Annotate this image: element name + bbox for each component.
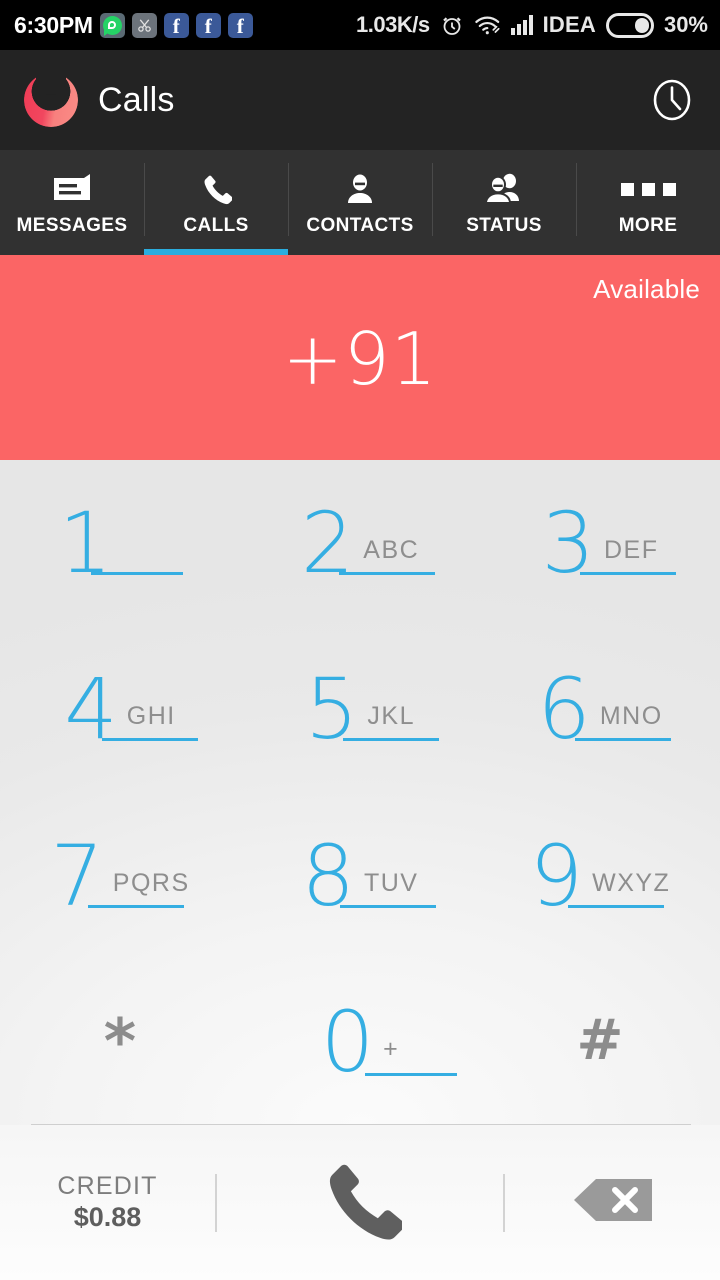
dialpad-key-0[interactable]: 0 + <box>240 959 480 1125</box>
tab-more[interactable]: MORE <box>576 150 720 255</box>
key-digit: 9 <box>529 826 584 925</box>
tab-calls[interactable]: CALLS <box>144 150 288 255</box>
tab-label: MORE <box>618 215 678 236</box>
dialpad-key-star[interactable]: * <box>0 959 240 1125</box>
key-digit: 4 <box>64 660 118 759</box>
key-letters: GHI <box>126 702 176 731</box>
bottom-action-bar: CREDIT $0.88 <box>0 1125 720 1280</box>
facebook-icon: f <box>227 12 253 38</box>
credit-amount: $0.88 <box>73 1202 142 1233</box>
signal-bars-icon <box>510 15 533 35</box>
person-icon <box>344 172 376 206</box>
key-letters: MNO <box>599 702 663 731</box>
network-speed: 1.03K/s <box>356 12 430 37</box>
key-letters: PQRS <box>112 868 190 897</box>
key-digit: 6 <box>537 660 591 759</box>
screenshot-icon <box>131 12 157 38</box>
more-dots-icon <box>620 172 676 206</box>
key-underline <box>342 738 439 742</box>
dialpad-key-2[interactable]: 2 ABC <box>240 460 480 626</box>
phone-call-icon <box>318 1158 405 1247</box>
tab-contacts[interactable]: CONTACTS <box>288 150 432 255</box>
key-underline <box>364 1072 457 1076</box>
key-symbol: # <box>576 1008 624 1074</box>
key-letters: TUV <box>363 868 419 897</box>
tab-bar: MESSAGES CALLS CONTACTS STATUS MORE <box>0 150 720 255</box>
key-letters: JKL <box>367 702 416 731</box>
carrier-name: IDEA <box>542 12 596 37</box>
key-digit: 0 <box>320 992 375 1091</box>
phone-icon <box>200 172 232 206</box>
key-underline <box>339 904 436 908</box>
alarm-clock-icon <box>440 13 464 37</box>
call-button[interactable] <box>217 1158 503 1247</box>
dialpad-key-9[interactable]: 9 WXYZ <box>480 793 720 959</box>
dialpad: 1 2 ABC 3 DEF 4 GHI 5 JKL 6 MNO 7 PQRS 8… <box>0 460 720 1125</box>
key-letters: WXYZ <box>592 868 671 897</box>
key-symbol: * <box>103 1005 137 1079</box>
key-underline <box>567 904 664 908</box>
credit-display[interactable]: CREDIT $0.88 <box>0 1171 215 1234</box>
tab-messages[interactable]: MESSAGES <box>0 150 144 255</box>
status-bar: 6:30PM f f f 1.03K/s IDEA 30% <box>0 0 720 50</box>
key-underline <box>575 738 672 742</box>
dialpad-key-hash[interactable]: # <box>480 959 720 1125</box>
status-badge[interactable]: Available <box>593 274 700 305</box>
whatsapp-icon <box>99 12 125 38</box>
page-title: Calls <box>98 80 175 119</box>
tab-label: CONTACTS <box>306 215 414 236</box>
dialpad-key-5[interactable]: 5 JKL <box>240 626 480 792</box>
battery-percent: 30% <box>663 12 708 37</box>
key-letters: DEF <box>603 536 659 565</box>
dialpad-key-7[interactable]: 7 PQRS <box>0 793 240 959</box>
key-digit: 5 <box>304 660 359 759</box>
key-underline <box>579 572 676 576</box>
dialer-screen: 6:30PM f f f 1.03K/s IDEA 30% Calls MESS… <box>0 0 720 1280</box>
key-letters: ABC <box>363 536 420 565</box>
backspace-delete-icon <box>572 1177 654 1228</box>
key-digit: 7 <box>50 826 104 925</box>
tab-label: CALLS <box>183 215 249 236</box>
dialpad-key-1[interactable]: 1 <box>0 460 240 626</box>
delete-button[interactable] <box>505 1177 720 1228</box>
dialpad-key-4[interactable]: 4 GHI <box>0 626 240 792</box>
key-digit: 8 <box>301 826 355 925</box>
app-logo-icon <box>24 67 78 127</box>
clock-history-icon[interactable] <box>648 76 696 124</box>
tab-label: STATUS <box>466 215 542 236</box>
status-bar-left: 6:30PM f f f <box>14 12 253 39</box>
status-time: 6:30PM <box>14 11 93 38</box>
credit-label: CREDIT <box>57 1171 158 1200</box>
key-digit: 1 <box>58 494 113 592</box>
status-bar-right: 1.03K/s IDEA 30% <box>356 12 708 38</box>
app-bar: Calls <box>0 50 720 150</box>
key-letters: + <box>383 1034 400 1063</box>
key-underline <box>102 738 199 742</box>
dialed-number-display[interactable]: +91 <box>0 317 720 401</box>
people-icon <box>484 172 524 206</box>
key-underline <box>338 572 435 576</box>
message-icon <box>52 172 92 206</box>
number-banner: Available +91 <box>0 255 720 460</box>
dialpad-key-3[interactable]: 3 DEF <box>480 460 720 626</box>
key-underline <box>88 904 185 908</box>
tab-label: MESSAGES <box>16 215 128 236</box>
tab-status[interactable]: STATUS <box>432 150 576 255</box>
key-underline <box>90 572 183 576</box>
key-digit: 2 <box>300 494 355 592</box>
facebook-icon: f <box>163 12 189 38</box>
wifi-icon <box>474 14 501 37</box>
key-digit: 3 <box>541 494 595 592</box>
dialpad-key-6[interactable]: 6 MNO <box>480 626 720 792</box>
facebook-icon: f <box>195 12 221 38</box>
battery-icon <box>605 12 654 38</box>
dialpad-key-8[interactable]: 8 TUV <box>240 793 480 959</box>
